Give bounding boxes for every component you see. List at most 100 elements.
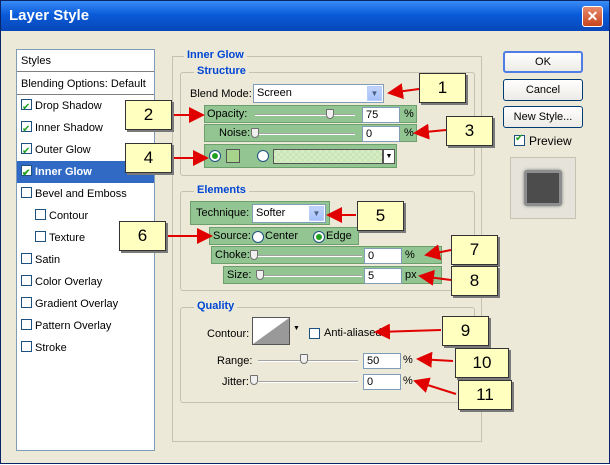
anti-aliased-checkbox[interactable] [309, 328, 320, 339]
blend-mode-label: Blend Mode: [190, 88, 252, 100]
opacity-input[interactable]: 75 [362, 107, 400, 123]
callout-10: 10 [455, 348, 509, 378]
choke-input[interactable]: 0 [364, 248, 402, 264]
contour-picker[interactable] [252, 317, 290, 345]
chevron-down-icon[interactable]: ▼ [293, 325, 300, 332]
size-input[interactable]: 5 [364, 268, 402, 284]
callout-7: 7 [451, 235, 498, 265]
styles-item-label: Gradient Overlay [35, 298, 119, 310]
noise-slider-track[interactable] [255, 133, 355, 135]
blend-mode-select[interactable]: Screen ▼ [253, 84, 384, 103]
elements-title: Elements [194, 184, 249, 196]
callout-8: 8 [451, 266, 498, 296]
range-label: Range: [217, 355, 253, 367]
styles-item-checkbox[interactable] [21, 187, 32, 198]
noise-label: Noise: [219, 127, 251, 139]
layer-style-dialog: Layer Style ✕ Styles Blending Options: D… [0, 0, 610, 464]
choke-row: Choke: 0 % [211, 246, 442, 264]
styles-item-checkbox[interactable] [21, 297, 32, 308]
inner-glow-title: Inner Glow [184, 49, 247, 61]
styles-item-checkbox[interactable] [21, 319, 32, 330]
source-edge-label[interactable]: Edge [326, 230, 352, 242]
styles-header[interactable]: Styles [17, 50, 154, 72]
styles-item-bevel-and-emboss[interactable]: Bevel and Emboss [17, 183, 154, 205]
technique-select[interactable]: Softer ▼ [252, 204, 326, 223]
source-edge-radio[interactable] [313, 231, 325, 243]
new-style-button[interactable]: New Style... [503, 106, 583, 128]
technique-label: Technique: [196, 207, 250, 219]
styles-item-checkbox[interactable] [21, 141, 32, 163]
glow-color-swatch[interactable] [226, 149, 240, 163]
cancel-button[interactable]: Cancel [503, 79, 583, 101]
gradient-swatch[interactable] [273, 149, 383, 164]
title-bar: Layer Style ✕ [1, 1, 609, 31]
chevron-down-icon: ▼ [309, 206, 324, 221]
source-label: Source: [213, 230, 251, 242]
range-slider-track[interactable] [258, 360, 358, 362]
opacity-unit: % [404, 108, 414, 120]
close-button[interactable]: ✕ [582, 6, 603, 27]
noise-unit: % [404, 127, 414, 139]
styles-item-checkbox[interactable] [21, 341, 32, 352]
gradient-radio[interactable] [257, 150, 269, 162]
dialog-title: Layer Style [9, 7, 90, 24]
range-input[interactable]: 50 [363, 353, 401, 369]
styles-item-label: Satin [35, 254, 61, 266]
styles-item-checkbox[interactable] [21, 119, 32, 141]
styles-item-color-overlay[interactable]: Color Overlay [17, 271, 154, 293]
styles-item-label: Blending Options: Default [21, 78, 146, 90]
styles-item-checkbox[interactable] [21, 275, 32, 286]
styles-item-pattern-overlay[interactable]: Pattern Overlay [17, 315, 154, 337]
styles-item-label: Stroke [35, 342, 67, 354]
choke-unit: % [405, 249, 415, 261]
technique-row: Technique: Softer ▼ [190, 201, 330, 225]
callout-4: 4 [125, 143, 172, 173]
callout-11: 11 [458, 380, 512, 410]
callout-2: 2 [125, 100, 172, 130]
chevron-down-icon[interactable]: ▼ [383, 149, 395, 164]
source-row: Source: Center Edge [209, 227, 359, 245]
styles-item-checkbox[interactable] [21, 163, 32, 185]
callout-3: 3 [446, 116, 493, 146]
preview-label[interactable]: Preview [529, 134, 572, 148]
quality-title: Quality [194, 300, 238, 312]
styles-item-label: Texture [49, 232, 86, 244]
choke-slider-thumb[interactable] [250, 250, 258, 260]
dialog-content: Styles Blending Options: Default Drop Sha… [1, 31, 609, 463]
styles-item-checkbox[interactable] [35, 231, 46, 242]
styles-item-label: Color Overlay [35, 276, 103, 288]
size-label: Size: [227, 269, 252, 281]
contour-preview-icon [253, 318, 289, 344]
opacity-slider-thumb[interactable] [326, 109, 334, 119]
range-slider-thumb[interactable] [300, 354, 308, 364]
jitter-slider-track[interactable] [258, 381, 358, 383]
preview-swatch [524, 170, 562, 206]
preview-thumbnail [510, 157, 576, 219]
noise-input[interactable]: 0 [362, 126, 400, 142]
styles-item-label: Inner Shadow [35, 122, 103, 134]
jitter-input[interactable]: 0 [363, 374, 401, 390]
size-slider-thumb[interactable] [256, 270, 264, 280]
source-center-radio[interactable] [252, 231, 264, 243]
callout-5: 5 [357, 201, 404, 231]
styles-item-stroke[interactable]: Stroke [17, 337, 154, 359]
styles-item-checkbox[interactable] [21, 97, 32, 119]
styles-item-blending-options-default[interactable]: Blending Options: Default [17, 73, 154, 95]
size-slider-track[interactable] [256, 275, 362, 277]
styles-item-label: Pattern Overlay [35, 320, 112, 332]
styles-item-checkbox[interactable] [21, 253, 32, 264]
solid-color-radio[interactable] [209, 150, 221, 162]
styles-item-gradient-overlay[interactable]: Gradient Overlay [17, 293, 154, 315]
preview-checkbox[interactable] [514, 133, 525, 146]
ok-button[interactable]: OK [503, 51, 583, 73]
noise-row: Noise: 0 % [204, 124, 417, 142]
styles-item-label: Contour [49, 210, 89, 222]
styles-item-satin[interactable]: Satin [17, 249, 154, 271]
source-center-label[interactable]: Center [265, 230, 298, 242]
styles-item-checkbox[interactable] [35, 209, 46, 220]
jitter-slider-thumb[interactable] [250, 375, 258, 385]
opacity-slider-track[interactable] [255, 114, 355, 116]
choke-slider-track[interactable] [254, 255, 362, 257]
anti-aliased-label[interactable]: Anti-aliased [324, 327, 381, 339]
noise-slider-thumb[interactable] [251, 128, 259, 138]
